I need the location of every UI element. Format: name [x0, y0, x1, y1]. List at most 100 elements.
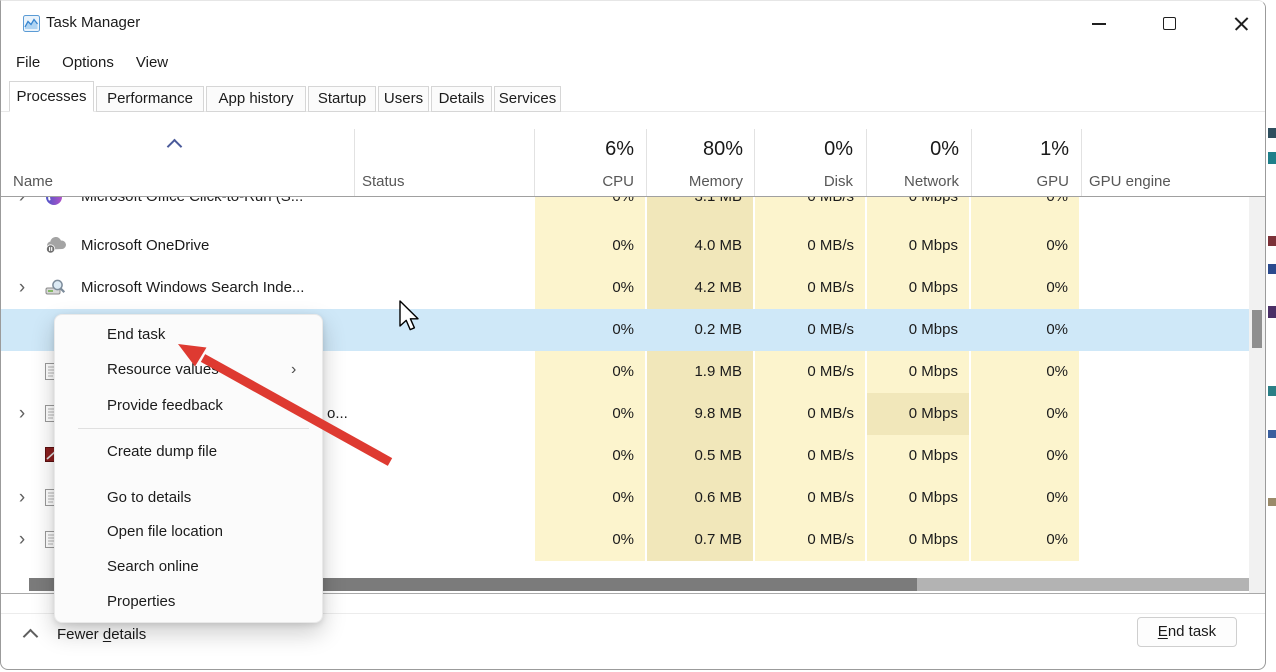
cell-memory: 0.7 MB — [647, 530, 753, 550]
context-menu-item-open-file-location[interactable]: Open file location — [107, 521, 223, 543]
tab-startup[interactable]: Startup — [308, 86, 376, 112]
tab-performance[interactable]: Performance — [96, 86, 204, 112]
submenu-chevron-icon: › — [291, 359, 305, 381]
column-header-cpu[interactable]: CPU — [524, 173, 634, 190]
process-name: Microsoft Office Click-to-Run (S... — [81, 197, 303, 205]
menubar: File Options View — [16, 49, 168, 77]
cell-cpu: 0% — [535, 362, 645, 382]
cell-memory: 0.6 MB — [647, 488, 753, 508]
context-menu-item-create-dump-file[interactable]: Create dump file — [107, 441, 217, 463]
cell-gpu: 0% — [971, 236, 1079, 256]
background-fragment — [1268, 386, 1276, 396]
sort-ascending-icon — [167, 139, 183, 155]
cell-network: 0 Mbps — [867, 278, 969, 298]
column-usage-gpu[interactable]: 1% — [959, 138, 1069, 161]
expand-chevron-icon[interactable]: › — [15, 197, 29, 208]
column-header-gpu_engine[interactable]: GPU engine — [1089, 173, 1171, 190]
cell-memory: 0.2 MB — [647, 320, 753, 340]
background-fragment — [1268, 498, 1276, 506]
background-fragment — [1268, 430, 1276, 438]
cell-network: 0 Mbps — [867, 320, 969, 340]
close-button[interactable] — [1218, 1, 1264, 45]
process-row[interactable]: Microsoft OneDrive0%4.0 MB0 MB/s0 Mbps0% — [1, 225, 1250, 267]
menubar-item-view[interactable]: View — [136, 49, 168, 77]
cell-gpu: 0% — [971, 320, 1079, 340]
vertical-scrollbar-thumb[interactable] — [1252, 310, 1262, 348]
cell-network: 0 Mbps — [867, 488, 969, 508]
vertical-scrollbar[interactable] — [1249, 197, 1265, 593]
search-indexer-icon — [45, 279, 66, 303]
context-menu-item-search-online[interactable]: Search online — [107, 556, 199, 578]
expand-chevron-icon[interactable]: › — [15, 403, 29, 425]
tab-processes[interactable]: Processes — [9, 81, 94, 112]
background-fragment — [1268, 128, 1276, 138]
tab-details[interactable]: Details — [431, 86, 492, 112]
menubar-item-file[interactable]: File — [16, 49, 40, 77]
titlebar[interactable]: Task Manager — [1, 1, 1265, 47]
cell-disk: 0 MB/s — [755, 320, 865, 340]
cell-memory: 4.0 MB — [647, 236, 753, 256]
expand-chevron-icon[interactable]: › — [15, 529, 29, 551]
menubar-item-options[interactable]: Options — [62, 49, 114, 77]
cell-disk: 0 MB/s — [755, 362, 865, 382]
expand-chevron-icon[interactable]: › — [15, 277, 29, 299]
column-header-gpu[interactable]: GPU — [959, 173, 1069, 190]
cell-memory: 3.1 MB — [647, 197, 753, 207]
column-header-status[interactable]: Status — [362, 173, 405, 190]
process-name-fragment: o... — [327, 405, 348, 422]
minimize-button[interactable] — [1076, 1, 1122, 45]
cell-memory: 4.2 MB — [647, 278, 753, 298]
column-header-disk[interactable]: Disk — [743, 173, 853, 190]
cell-cpu: 0% — [535, 197, 645, 207]
process-name: Microsoft OneDrive — [81, 237, 209, 254]
context-menu-separator — [78, 428, 309, 429]
context-menu-item-properties[interactable]: Properties — [107, 591, 175, 613]
column-usage-memory[interactable]: 80% — [633, 138, 743, 161]
cell-network: 0 Mbps — [867, 404, 969, 424]
cell-network: 0 Mbps — [867, 362, 969, 382]
context-menu-item-resource-values[interactable]: Resource values — [107, 359, 219, 381]
cell-cpu: 0% — [535, 404, 645, 424]
expand-chevron-icon[interactable]: › — [15, 487, 29, 509]
end-task-button[interactable]: End task — [1137, 617, 1237, 647]
background-fragment — [1268, 236, 1276, 246]
background-fragment — [1268, 264, 1276, 274]
column-usage-cpu[interactable]: 6% — [524, 138, 634, 161]
cell-memory: 1.9 MB — [647, 362, 753, 382]
process-name: Microsoft Windows Search Inde... — [81, 279, 304, 296]
office-click-to-run-icon — [45, 197, 63, 211]
window-title: Task Manager — [46, 14, 140, 31]
cell-disk: 0 MB/s — [755, 446, 865, 466]
cell-network: 0 Mbps — [867, 446, 969, 466]
column-header-memory[interactable]: Memory — [633, 173, 743, 190]
task-manager-window: Task Manager File Options View ProcessesPe… — [0, 0, 1266, 670]
cell-cpu: 0% — [535, 236, 645, 256]
column-usage-network[interactable]: 0% — [849, 138, 959, 161]
cell-disk: 0 MB/s — [755, 404, 865, 424]
minimize-icon — [1092, 23, 1106, 25]
column-header-name[interactable]: Name — [13, 173, 53, 190]
process-row[interactable]: ›Microsoft Windows Search Inde...0%4.2 M… — [1, 267, 1250, 309]
context-menu-item-go-to-details[interactable]: Go to details — [107, 487, 191, 509]
background-fragment — [1268, 152, 1276, 164]
tab-users[interactable]: Users — [378, 86, 429, 112]
onedrive-icon — [45, 237, 67, 259]
cell-cpu: 0% — [535, 530, 645, 550]
tab-services[interactable]: Services — [494, 86, 561, 112]
tab-app-history[interactable]: App history — [206, 86, 306, 112]
cell-disk: 0 MB/s — [755, 278, 865, 298]
column-header-network[interactable]: Network — [849, 173, 959, 190]
cell-gpu: 0% — [971, 446, 1079, 466]
header-column-separator — [1081, 129, 1082, 196]
header-column-separator — [354, 129, 355, 196]
context-menu-item-end-task[interactable]: End task — [107, 324, 165, 346]
cell-gpu: 0% — [971, 530, 1079, 550]
background-fragment — [1268, 306, 1276, 318]
cell-gpu: 0% — [971, 362, 1079, 382]
maximize-button[interactable] — [1146, 1, 1192, 45]
process-row[interactable]: › Microsoft Office Click-to-Run (S... 0%3.… — [1, 197, 1250, 225]
cell-cpu: 0% — [535, 446, 645, 466]
context-menu-item-provide-feedback[interactable]: Provide feedback — [107, 395, 223, 417]
column-usage-disk[interactable]: 0% — [743, 138, 853, 161]
chevron-up-icon — [23, 629, 39, 645]
